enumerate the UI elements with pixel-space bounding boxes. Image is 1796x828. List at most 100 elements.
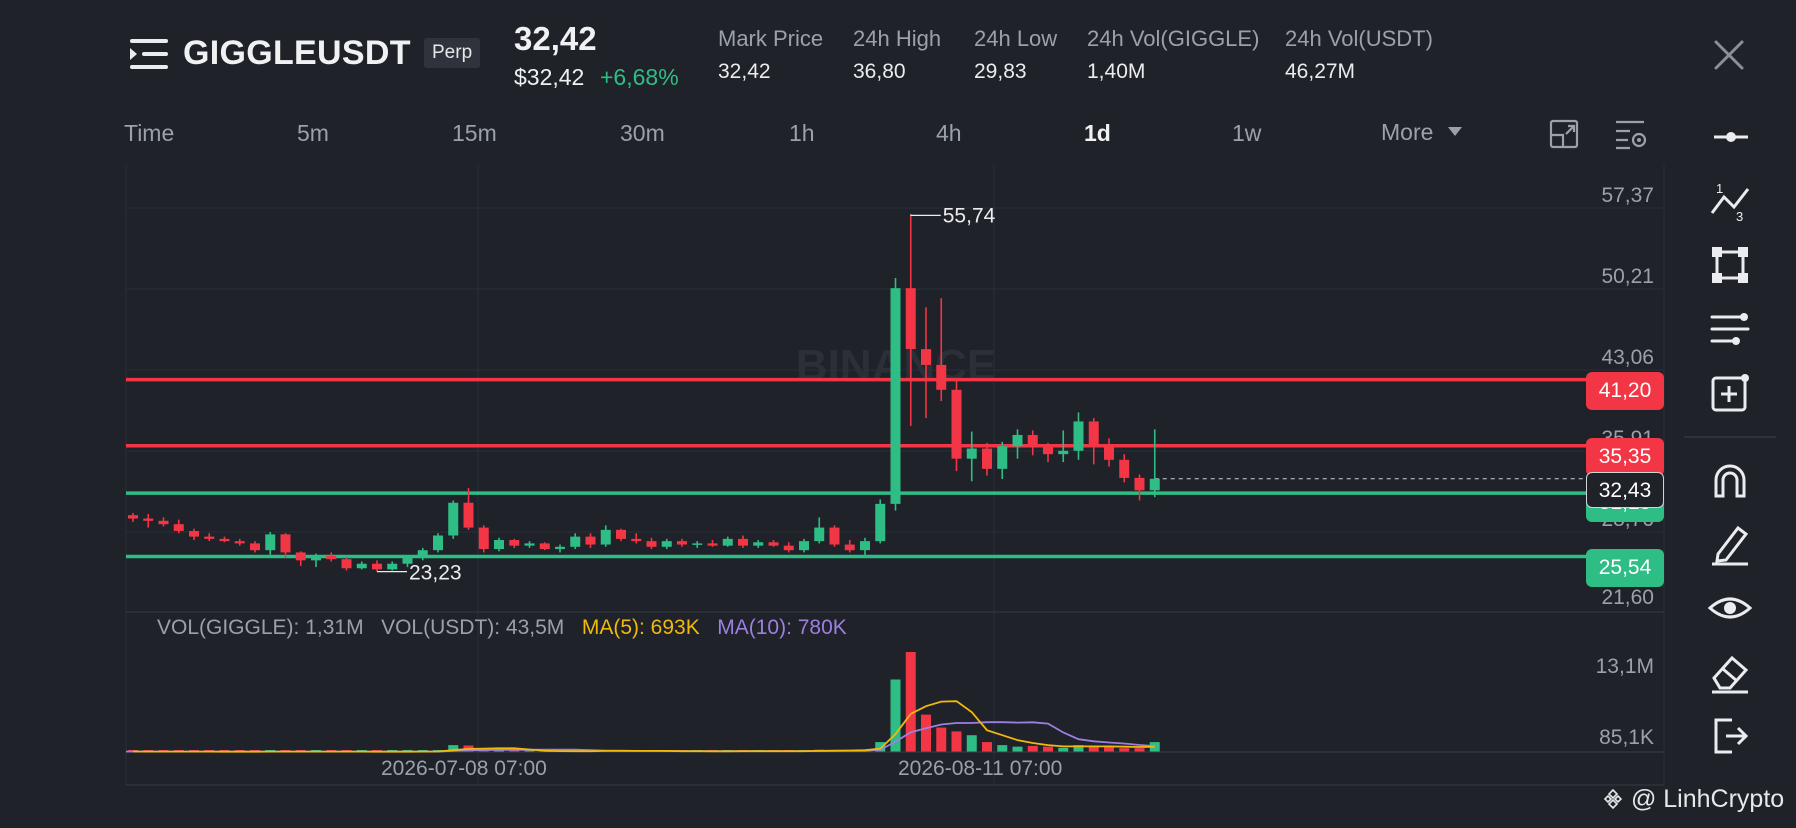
candle-body bbox=[692, 543, 703, 545]
price-chart[interactable]: BINANCE 55,7423,23 bbox=[0, 0, 1796, 828]
candle-body bbox=[509, 540, 520, 546]
vol-giggle-legend: VOL(GIGGLE): 1,31M bbox=[157, 616, 364, 639]
candle-body bbox=[646, 541, 657, 547]
volume-bar bbox=[1119, 748, 1130, 752]
volume-bar bbox=[1043, 746, 1053, 752]
candle-body bbox=[280, 534, 291, 553]
volume-bar bbox=[905, 652, 916, 752]
ma10-legend: MA(10): 780K bbox=[717, 616, 847, 639]
candle-body bbox=[234, 541, 245, 544]
candle-body bbox=[799, 541, 809, 551]
candle-body bbox=[463, 502, 474, 528]
x-axis-date: 2026-08-11 07:00 bbox=[898, 757, 1063, 780]
candle-body bbox=[677, 541, 687, 545]
candle-body bbox=[128, 515, 138, 519]
candle-body bbox=[341, 559, 352, 569]
candle-body bbox=[173, 524, 184, 531]
candle-body bbox=[524, 543, 535, 546]
svg-text:3: 3 bbox=[1736, 209, 1743, 224]
volume-bar bbox=[936, 727, 947, 752]
eraser-icon[interactable] bbox=[1706, 648, 1754, 696]
candle-body bbox=[1058, 450, 1069, 455]
sidebar-divider bbox=[1684, 436, 1776, 438]
candle-body bbox=[417, 550, 428, 559]
candle-body bbox=[295, 552, 306, 561]
candle-body bbox=[753, 542, 764, 546]
candle-body bbox=[997, 446, 1008, 469]
candle-body bbox=[936, 364, 947, 390]
pencil-icon[interactable] bbox=[1706, 520, 1754, 568]
candle-body bbox=[860, 541, 870, 551]
candle-body bbox=[616, 529, 626, 539]
price-level-tag[interactable]: 25,54 bbox=[1586, 549, 1664, 587]
candle-body bbox=[829, 527, 840, 545]
eye-icon[interactable] bbox=[1706, 584, 1754, 632]
volume-bar bbox=[1134, 748, 1145, 752]
volume-y-tick: 13,1M bbox=[1595, 655, 1654, 678]
magnet-icon[interactable] bbox=[1706, 456, 1754, 504]
high-low-markers: 55,74 23,23 bbox=[377, 204, 996, 585]
candle-body bbox=[875, 503, 886, 542]
volume-bar bbox=[997, 745, 1008, 752]
y-tick: 50,21 bbox=[1601, 265, 1654, 288]
measure-icon[interactable] bbox=[1706, 369, 1754, 417]
candle-body bbox=[1088, 421, 1099, 445]
candle-body bbox=[158, 520, 169, 525]
candle-body bbox=[1104, 444, 1114, 460]
candle-body bbox=[372, 563, 382, 570]
candle-body bbox=[539, 543, 550, 550]
candle-body bbox=[982, 448, 992, 469]
candle-body bbox=[143, 518, 154, 521]
candlesticks bbox=[128, 215, 1160, 572]
candle-body bbox=[661, 541, 672, 547]
candle-body bbox=[387, 563, 398, 570]
volume-bar bbox=[1058, 747, 1069, 752]
indicator-settings-icon[interactable] bbox=[1706, 305, 1754, 353]
current-price-tag: 32,43 bbox=[1586, 472, 1664, 508]
volume-bar bbox=[1027, 745, 1038, 752]
candle-body bbox=[311, 555, 321, 561]
candle-body bbox=[1134, 477, 1145, 491]
candle-body bbox=[448, 502, 459, 536]
volume-legend: VOL(GIGGLE): 1,31M VOL(USDT): 43,5M MA(5… bbox=[157, 616, 847, 640]
horizontal-line-icon[interactable] bbox=[1706, 113, 1754, 161]
shapes-icon[interactable] bbox=[1706, 241, 1754, 289]
ma5-legend: MA(5): 693K bbox=[581, 616, 700, 639]
volume-bar bbox=[951, 731, 962, 752]
price-level-lines bbox=[126, 377, 1586, 559]
candle-body bbox=[814, 527, 825, 542]
y-tick: 21,60 bbox=[1601, 586, 1654, 609]
fibonacci-icon[interactable]: 1 3 bbox=[1706, 177, 1754, 225]
candle-body bbox=[1012, 434, 1023, 447]
price-level-tag[interactable]: 41,20 bbox=[1586, 372, 1664, 410]
candle-body bbox=[738, 538, 748, 546]
ma5-line bbox=[132, 700, 1155, 753]
candle-body bbox=[189, 530, 199, 537]
volume-bar bbox=[966, 735, 977, 752]
candle-body bbox=[600, 529, 611, 545]
candle-body bbox=[356, 563, 367, 569]
price-level-tag[interactable]: 35,35 bbox=[1586, 438, 1664, 476]
volume-bar bbox=[1012, 746, 1023, 752]
y-tick: 43,06 bbox=[1601, 346, 1654, 369]
volume-bars bbox=[126, 652, 1664, 753]
credit-text: @ LinhCrypto bbox=[1630, 785, 1785, 813]
candle-body bbox=[1073, 421, 1084, 451]
candle-body bbox=[844, 544, 855, 551]
high-marker-line bbox=[910, 214, 941, 217]
candle-body bbox=[570, 536, 581, 547]
y-tick: 57,37 bbox=[1601, 184, 1654, 207]
candle-body bbox=[204, 536, 215, 539]
candle-body bbox=[722, 538, 733, 546]
binance-logo-icon bbox=[1603, 788, 1623, 810]
low-marker-label: 23,23 bbox=[409, 562, 462, 585]
candle-body bbox=[768, 542, 779, 546]
credit-watermark: @ LinhCrypto bbox=[1602, 785, 1784, 814]
x-axis-date: 2026-07-08 07:00 bbox=[381, 757, 547, 780]
candle-body bbox=[921, 349, 931, 365]
candle-body bbox=[478, 527, 489, 550]
candle-body bbox=[783, 545, 794, 551]
candle-body bbox=[1149, 478, 1160, 491]
vol-usdt-legend: VOL(USDT): 43,5M bbox=[381, 616, 565, 639]
exit-icon[interactable] bbox=[1706, 712, 1754, 760]
